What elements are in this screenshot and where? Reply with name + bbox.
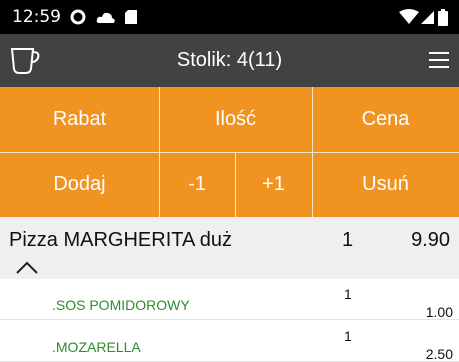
chevron-up-icon[interactable] — [16, 261, 38, 274]
cena-button[interactable]: Cena — [312, 87, 459, 152]
addon-row[interactable]: .MOZARELLA 1 2.50 — [0, 324, 459, 362]
minus-one-button[interactable]: -1 — [159, 152, 235, 217]
dodaj-button[interactable]: Dodaj — [0, 152, 159, 217]
table-title: Stolik: 4(11) — [176, 49, 283, 71]
usun-button[interactable]: Usuń — [312, 152, 459, 217]
sd-card-icon — [125, 10, 137, 24]
addon-name: .SOS POMIDOROWY — [52, 297, 190, 313]
notification-dot-icon — [70, 9, 86, 25]
rabat-button[interactable]: Rabat — [0, 87, 159, 152]
addon-row[interactable]: .SOS POMIDOROWY 1 1.00 — [0, 282, 459, 320]
addon-qty: 1 — [344, 286, 352, 302]
grid-divider — [235, 152, 236, 217]
cloud-icon — [96, 12, 115, 23]
ilosc-button[interactable]: Ilość — [159, 87, 312, 152]
action-grid: Rabat Ilość Cena Dodaj -1 +1 Usuń — [0, 87, 459, 217]
hamburger-menu-icon[interactable] — [429, 51, 449, 69]
order-item-name: Pizza MARGHERITA duż — [9, 229, 233, 251]
addon-price: 1.00 — [425, 304, 453, 320]
battery-icon — [438, 9, 448, 26]
addon-name: .MOZARELLA — [52, 339, 141, 355]
plus-one-button[interactable]: +1 — [235, 152, 312, 217]
status-bar: 12:59 — [0, 0, 459, 34]
order-item-qty: 1 — [342, 229, 354, 251]
app-bar: Stolik: 4(11) — [0, 34, 459, 87]
status-time: 12:59 — [12, 7, 61, 27]
addon-price: 2.50 — [425, 346, 453, 362]
order-item-price: 9.90 — [411, 229, 450, 251]
addon-qty: 1 — [344, 328, 352, 344]
order-item-row[interactable]: Pizza MARGHERITA duż 1 9.90 — [0, 217, 459, 279]
wifi-icon — [399, 9, 419, 24]
signal-icon — [421, 11, 434, 24]
grid-divider — [0, 152, 459, 153]
